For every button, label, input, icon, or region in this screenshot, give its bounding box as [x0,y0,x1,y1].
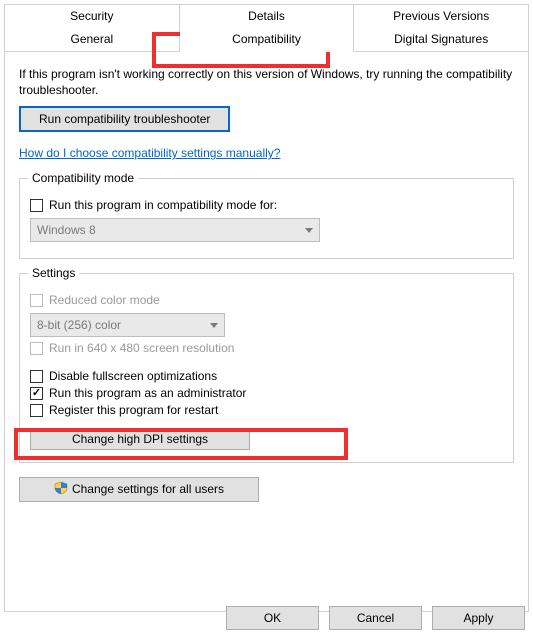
compatibility-mode-group: Compatibility mode Run this program in c… [19,178,514,259]
color-depth-combo: 8-bit (256) color [30,313,225,337]
tab-previous-versions[interactable]: Previous Versions [354,4,529,28]
change-all-users-button[interactable]: Change settings for all users [19,477,259,502]
change-dpi-button[interactable]: Change high DPI settings [30,428,250,450]
tab-details[interactable]: Details [180,4,355,28]
chevron-down-icon [210,323,218,328]
chevron-down-icon [305,228,313,233]
intro-text: If this program isn't working correctly … [19,66,514,98]
tab-digital-signatures[interactable]: Digital Signatures [354,28,529,52]
run-troubleshooter-button[interactable]: Run compatibility troubleshooter [19,106,230,132]
shield-icon [54,481,68,498]
compat-mode-label: Run this program in compatibility mode f… [49,198,277,212]
ok-button[interactable]: OK [226,606,319,630]
reduced-color-checkbox [30,294,43,307]
help-link[interactable]: How do I choose compatibility settings m… [19,146,280,160]
reduced-color-label: Reduced color mode [49,293,160,307]
compat-mode-checkbox[interactable] [30,199,43,212]
run-640-label: Run in 640 x 480 screen resolution [49,341,234,355]
change-all-users-label: Change settings for all users [72,482,224,496]
run-as-admin-label: Run this program as an administrator [49,386,246,400]
run-as-admin-checkbox[interactable] [30,387,43,400]
disable-fullscreen-label: Disable fullscreen optimizations [49,369,217,383]
settings-group-title: Settings [28,266,79,280]
tab-security[interactable]: Security [4,4,180,28]
apply-button[interactable]: Apply [432,606,525,630]
register-restart-checkbox[interactable] [30,404,43,417]
run-640-checkbox [30,342,43,355]
register-restart-label: Register this program for restart [49,403,218,417]
disable-fullscreen-checkbox[interactable] [30,370,43,383]
tab-compatibility[interactable]: Compatibility [180,28,355,52]
color-depth-value: 8-bit (256) color [37,318,121,332]
compat-group-title: Compatibility mode [28,171,138,185]
compat-os-combo[interactable]: Windows 8 [30,218,320,242]
settings-group: Settings Reduced color mode 8-bit (256) … [19,273,514,463]
cancel-button[interactable]: Cancel [329,606,422,630]
compat-os-value: Windows 8 [37,223,96,237]
tab-general[interactable]: General [4,28,180,52]
